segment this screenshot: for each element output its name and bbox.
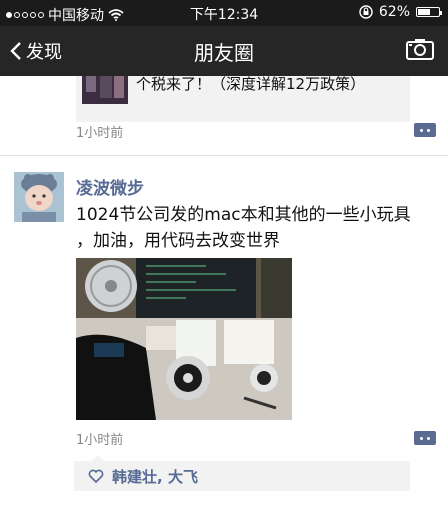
like-user[interactable]: 韩建壮 — [112, 468, 157, 486]
shared-link-card[interactable]: 个税来了！（深度详解12万政策） — [76, 76, 410, 122]
page-title: 朋友圈 — [194, 41, 254, 65]
shared-link-title: 个税来了！（深度详解12万政策） — [136, 76, 366, 93]
battery-icon — [416, 7, 442, 17]
camera-button[interactable] — [406, 38, 434, 64]
battery-percent: 62% — [378, 4, 410, 20]
avatar[interactable] — [14, 172, 64, 222]
heart-icon — [88, 469, 104, 483]
like-separator: , — [157, 467, 168, 486]
comment-icon[interactable] — [414, 123, 436, 137]
rotation-lock-icon — [359, 5, 373, 19]
post-time: 1小时前 — [76, 126, 124, 141]
comment-icon[interactable] — [414, 431, 436, 445]
post-text: 1024节公司发的mac本和其他的一些小玩具 ，加油，用代码去改变世界 — [76, 205, 411, 251]
likes-bar: 韩建壮, 大飞 — [74, 455, 410, 491]
post-time: 1小时前 — [76, 433, 124, 448]
post-author[interactable]: 凌波微步 — [76, 174, 144, 199]
post-photo[interactable] — [76, 258, 292, 420]
divider — [0, 155, 448, 156]
moments-feed[interactable]: 个税来了！（深度详解12万政策） 1小时前 凌波微步 1024节公司发的mac本… — [0, 76, 448, 508]
shared-link-thumbnail — [82, 76, 128, 104]
camera-icon — [406, 39, 434, 60]
status-bar: 中国移动 下午12:34 62% — [0, 0, 448, 26]
nav-bar: 发现 朋友圈 — [0, 26, 448, 76]
like-user[interactable]: 大飞 — [168, 468, 198, 486]
